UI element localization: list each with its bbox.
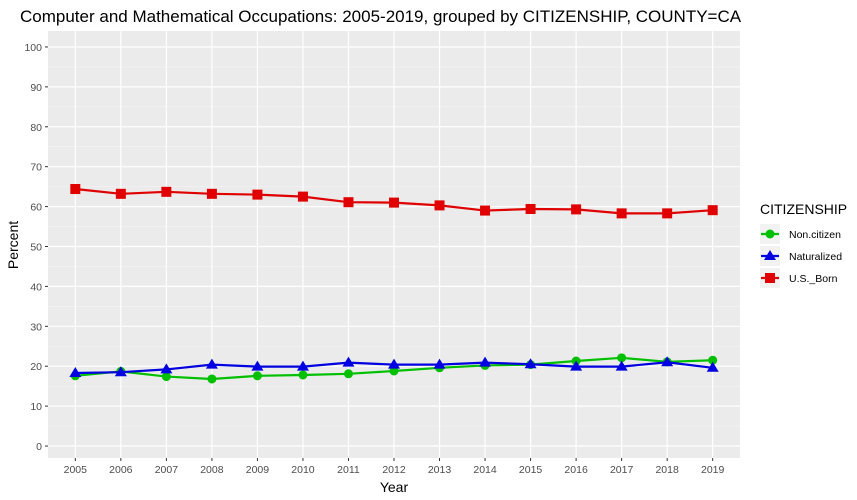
legend-item-u-s-born: U.S._Born <box>760 268 838 288</box>
x-tick-label: 2008 <box>200 464 224 476</box>
x-tick-label: 2014 <box>473 464 497 476</box>
y-tick-label: 60 <box>30 202 42 214</box>
x-tick-label: 2006 <box>109 464 133 476</box>
x-axis-title: Year <box>380 479 409 495</box>
y-tick-label: 90 <box>30 82 42 94</box>
legend-item-naturalized: Naturalized <box>760 246 842 266</box>
data-point-u-s-born <box>616 208 627 219</box>
data-point-non-citizen <box>252 371 262 381</box>
y-axis: 0 10 20 30 40 50 60 70 80 90 100 <box>24 42 48 453</box>
data-point-u-s-born <box>70 184 81 195</box>
data-point-non-citizen <box>161 372 171 382</box>
x-tick-label: 2016 <box>564 464 588 476</box>
y-tick-label: 0 <box>36 441 42 453</box>
x-tick-label: 2013 <box>428 464 452 476</box>
x-tick-label: 2005 <box>64 464 88 476</box>
y-tick-label: 100 <box>24 42 42 54</box>
legend-label: Naturalized <box>789 251 842 263</box>
data-point-u-s-born <box>389 197 399 208</box>
data-point-u-s-born <box>115 188 126 199</box>
chart-title: Computer and Mathematical Occupations: 2… <box>20 7 742 26</box>
data-point-u-s-born <box>297 191 308 202</box>
y-tick-label: 70 <box>30 162 42 174</box>
x-tick-label: 2015 <box>519 464 543 476</box>
y-tick-label: 20 <box>30 361 42 373</box>
data-point-non-citizen <box>343 369 353 379</box>
x-tick-label: 2010 <box>291 464 315 476</box>
plot-panel <box>48 31 740 458</box>
data-point-u-s-born <box>525 203 536 214</box>
y-tick-label: 80 <box>30 122 42 134</box>
data-point-u-s-born <box>252 189 263 200</box>
x-tick-label: 2011 <box>337 464 360 476</box>
legend-item-non-citizen: Non.citizen <box>760 224 841 244</box>
y-tick-label: 50 <box>30 241 42 253</box>
x-tick-label: 2012 <box>382 464 406 476</box>
legend-label: Non.citizen <box>789 229 841 241</box>
data-point-non-citizen <box>298 370 308 380</box>
data-point-u-s-born <box>571 204 582 215</box>
data-point-u-s-born <box>206 188 217 199</box>
data-point-u-s-born <box>434 200 445 211</box>
legend-key-marker <box>765 229 775 239</box>
legend-key-marker <box>765 273 775 283</box>
data-point-u-s-born <box>480 205 491 216</box>
y-axis-title: Percent <box>5 221 21 269</box>
x-tick-label: 2009 <box>246 464 270 476</box>
x-tick-label: 2019 <box>701 464 725 476</box>
data-point-u-s-born <box>662 208 673 219</box>
legend: CITIZENSHIP Non.citizen Naturalized U.S._B… <box>760 201 847 288</box>
line-chart: Computer and Mathematical Occupations: 2… <box>5 7 847 495</box>
x-tick-label: 2018 <box>655 464 679 476</box>
y-tick-label: 40 <box>30 281 42 293</box>
data-point-u-s-born <box>343 197 354 208</box>
legend-title: CITIZENSHIP <box>760 201 847 217</box>
data-point-u-s-born <box>161 186 172 197</box>
data-point-non-citizen <box>207 374 217 384</box>
x-tick-label: 2007 <box>155 464 179 476</box>
x-axis: 2005 2006 2007 2008 2009 2010 2011 2012 2013 2014… <box>64 458 725 476</box>
y-tick-label: 30 <box>30 321 42 333</box>
x-tick-label: 2017 <box>610 464 634 476</box>
data-point-u-s-born <box>707 205 718 216</box>
legend-label: U.S._Born <box>789 273 838 285</box>
y-tick-label: 10 <box>30 401 42 413</box>
